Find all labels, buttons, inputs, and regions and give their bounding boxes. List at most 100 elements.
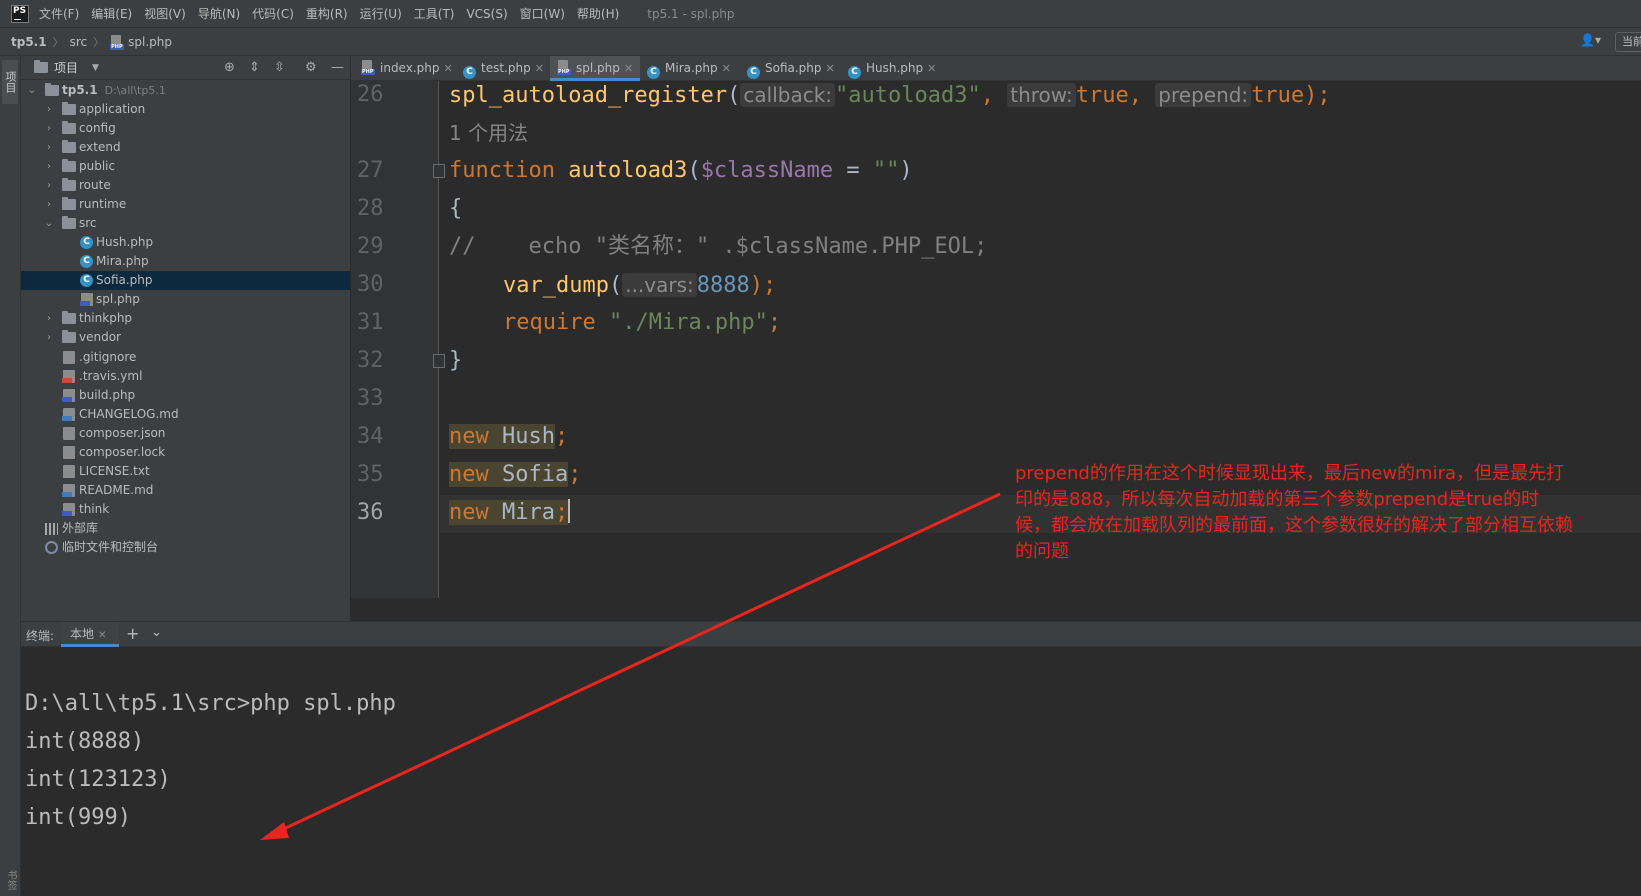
close-icon[interactable]: ✕ (98, 630, 106, 641)
tree-file[interactable]: README.md (21, 481, 350, 500)
terminal-line: int(8888) (25, 729, 145, 754)
markdown-file-icon (62, 484, 75, 497)
chevron-right-icon[interactable]: › (44, 100, 54, 119)
close-icon[interactable]: ✕ (443, 62, 452, 75)
chevron-right-icon[interactable]: › (44, 138, 54, 157)
chevron-right-icon[interactable]: › (44, 328, 54, 347)
menu-navigate[interactable]: 导航(N) (198, 5, 240, 22)
tree-file[interactable]: .travis.yml (21, 367, 350, 386)
chevron-down-icon[interactable]: ▼ (92, 63, 99, 73)
tree-file[interactable]: build.php (21, 386, 350, 405)
gear-icon[interactable]: ⚙ (305, 60, 317, 75)
menu-code[interactable]: 代码(C) (252, 5, 294, 22)
menu-view[interactable]: 视图(V) (144, 5, 186, 22)
menu-refactor[interactable]: 重构(R) (306, 5, 348, 22)
tree-file-hush[interactable]: C Hush.php (21, 233, 350, 252)
tab-label: test.php (481, 61, 531, 75)
chevron-right-icon[interactable]: › (44, 309, 54, 328)
tree-folder-application[interactable]: › application (21, 100, 350, 119)
code-line-36: new Mira; (449, 494, 571, 532)
menu-vcs[interactable]: VCS(S) (466, 7, 507, 21)
collapse-all-icon[interactable]: ⇳ (274, 60, 285, 75)
php-class-icon: C (80, 236, 93, 249)
fold-marker-icon[interactable] (433, 354, 445, 368)
breadcrumb-project[interactable]: tp5.1 (11, 35, 47, 49)
tree-file-mira[interactable]: C Mira.php (21, 252, 350, 271)
menu-file[interactable]: 文件(F) (39, 5, 79, 22)
code-token: new (449, 424, 489, 449)
code-token: ); (749, 273, 777, 298)
tab-test-php[interactable]: Ctest.php ✕ (463, 56, 544, 81)
code-token: Sofia (502, 462, 569, 487)
tree-file[interactable]: composer.lock (21, 443, 350, 462)
breadcrumb-file[interactable]: spl.php (128, 35, 172, 49)
tree-file-spl[interactable]: spl.php (21, 290, 350, 309)
tree-folder-src[interactable]: ⌄ src (21, 214, 350, 233)
tree-folder-route[interactable]: › route (21, 176, 350, 195)
menu-window[interactable]: 窗口(W) (520, 5, 565, 22)
menu-tools[interactable]: 工具(T) (414, 5, 455, 22)
close-icon[interactable]: ✕ (826, 62, 835, 75)
tree-folder-extend[interactable]: › extend (21, 138, 350, 157)
terminal-tab-local[interactable]: 本地 ✕ (61, 622, 119, 647)
expand-all-icon[interactable]: ⇕ (249, 60, 260, 75)
chevron-right-icon[interactable]: › (44, 176, 54, 195)
terminal-output[interactable]: D:\all\tp5.1\src>php spl.php int(8888) i… (21, 647, 1641, 896)
tab-hush-php[interactable]: C Hush.php ✕ (848, 56, 936, 81)
tree-file[interactable]: CHANGELOG.md (21, 405, 350, 424)
tree-root[interactable]: ⌄ tp5.1 D:\all\tp5.1 (21, 81, 350, 100)
tree-folder-public[interactable]: › public (21, 157, 350, 176)
tree-file[interactable]: composer.json (21, 424, 350, 443)
chevron-right-icon[interactable]: › (44, 119, 54, 138)
code-token: new (449, 462, 489, 487)
chevron-down-icon[interactable]: ⌄ (27, 81, 37, 100)
tab-mira-php[interactable]: C Mira.php ✕ (647, 56, 731, 81)
code-token: ( (687, 158, 701, 183)
user-icon[interactable]: 👤▾ (1580, 33, 1601, 47)
project-panel-title[interactable]: 项目 (54, 59, 78, 76)
menu-help[interactable]: 帮助(H) (577, 5, 619, 22)
tree-file[interactable]: think (21, 500, 350, 519)
close-icon[interactable]: ✕ (722, 62, 731, 75)
menu-run[interactable]: 运行(U) (360, 5, 402, 22)
tree-file-sofia[interactable]: C Sofia.php (21, 271, 350, 290)
code-token: "" (872, 158, 900, 183)
usage-hint[interactable]: 1 个用法 (449, 114, 528, 152)
plus-icon[interactable]: + (126, 624, 139, 643)
close-icon[interactable]: ✕ (535, 62, 544, 75)
tree-folder-vendor[interactable]: › vendor (21, 328, 350, 347)
close-icon[interactable]: ✕ (927, 62, 936, 75)
parameter-hint: ...vars: (622, 273, 697, 297)
locate-icon[interactable]: ⊕ (224, 60, 235, 75)
close-icon[interactable]: ✕ (624, 62, 633, 75)
tab-sofia-php[interactable]: C Sofia.php ✕ (747, 56, 835, 81)
fold-marker-icon[interactable] (433, 164, 445, 178)
tree-external-libs[interactable]: 外部库 (21, 519, 350, 538)
folder-icon (62, 216, 76, 229)
chevron-right-icon[interactable]: › (44, 157, 54, 176)
code-line-34: new Hush; (449, 418, 568, 456)
tab-spl-php[interactable]: spl.php ✕ (550, 56, 641, 81)
tree-folder-thinkphp[interactable]: › thinkphp (21, 309, 350, 328)
breadcrumb-folder[interactable]: src (70, 35, 88, 49)
chevron-right-icon[interactable]: › (44, 195, 54, 214)
chevron-down-icon[interactable]: ⌄ (151, 625, 162, 640)
tree-item-label: route (79, 178, 111, 192)
menu-edit[interactable]: 编辑(E) (91, 5, 132, 22)
code-token: true (1075, 83, 1129, 108)
tab-index-php[interactable]: index.php✕ (361, 56, 453, 81)
project-tool-window-button[interactable]: 项目 (2, 60, 18, 104)
chevron-down-icon[interactable]: ⌄ (44, 214, 54, 233)
code-line-31: require "./Mira.php"; (503, 304, 781, 342)
tree-folder-runtime[interactable]: › runtime (21, 195, 350, 214)
minimize-icon[interactable]: — (331, 60, 344, 75)
tree-file-label: Mira.php (96, 254, 149, 268)
current-file-button[interactable]: 当前 (1615, 32, 1641, 52)
tree-item-label: think (79, 502, 110, 516)
bookmarks-tool-window-button[interactable]: 书签 (3, 870, 18, 890)
library-icon (45, 523, 58, 535)
tree-folder-config[interactable]: › config (21, 119, 350, 138)
tree-file[interactable]: .gitignore (21, 348, 350, 367)
tree-scratches[interactable]: 临时文件和控制台 (21, 538, 350, 557)
tree-file[interactable]: LICENSE.txt (21, 462, 350, 481)
